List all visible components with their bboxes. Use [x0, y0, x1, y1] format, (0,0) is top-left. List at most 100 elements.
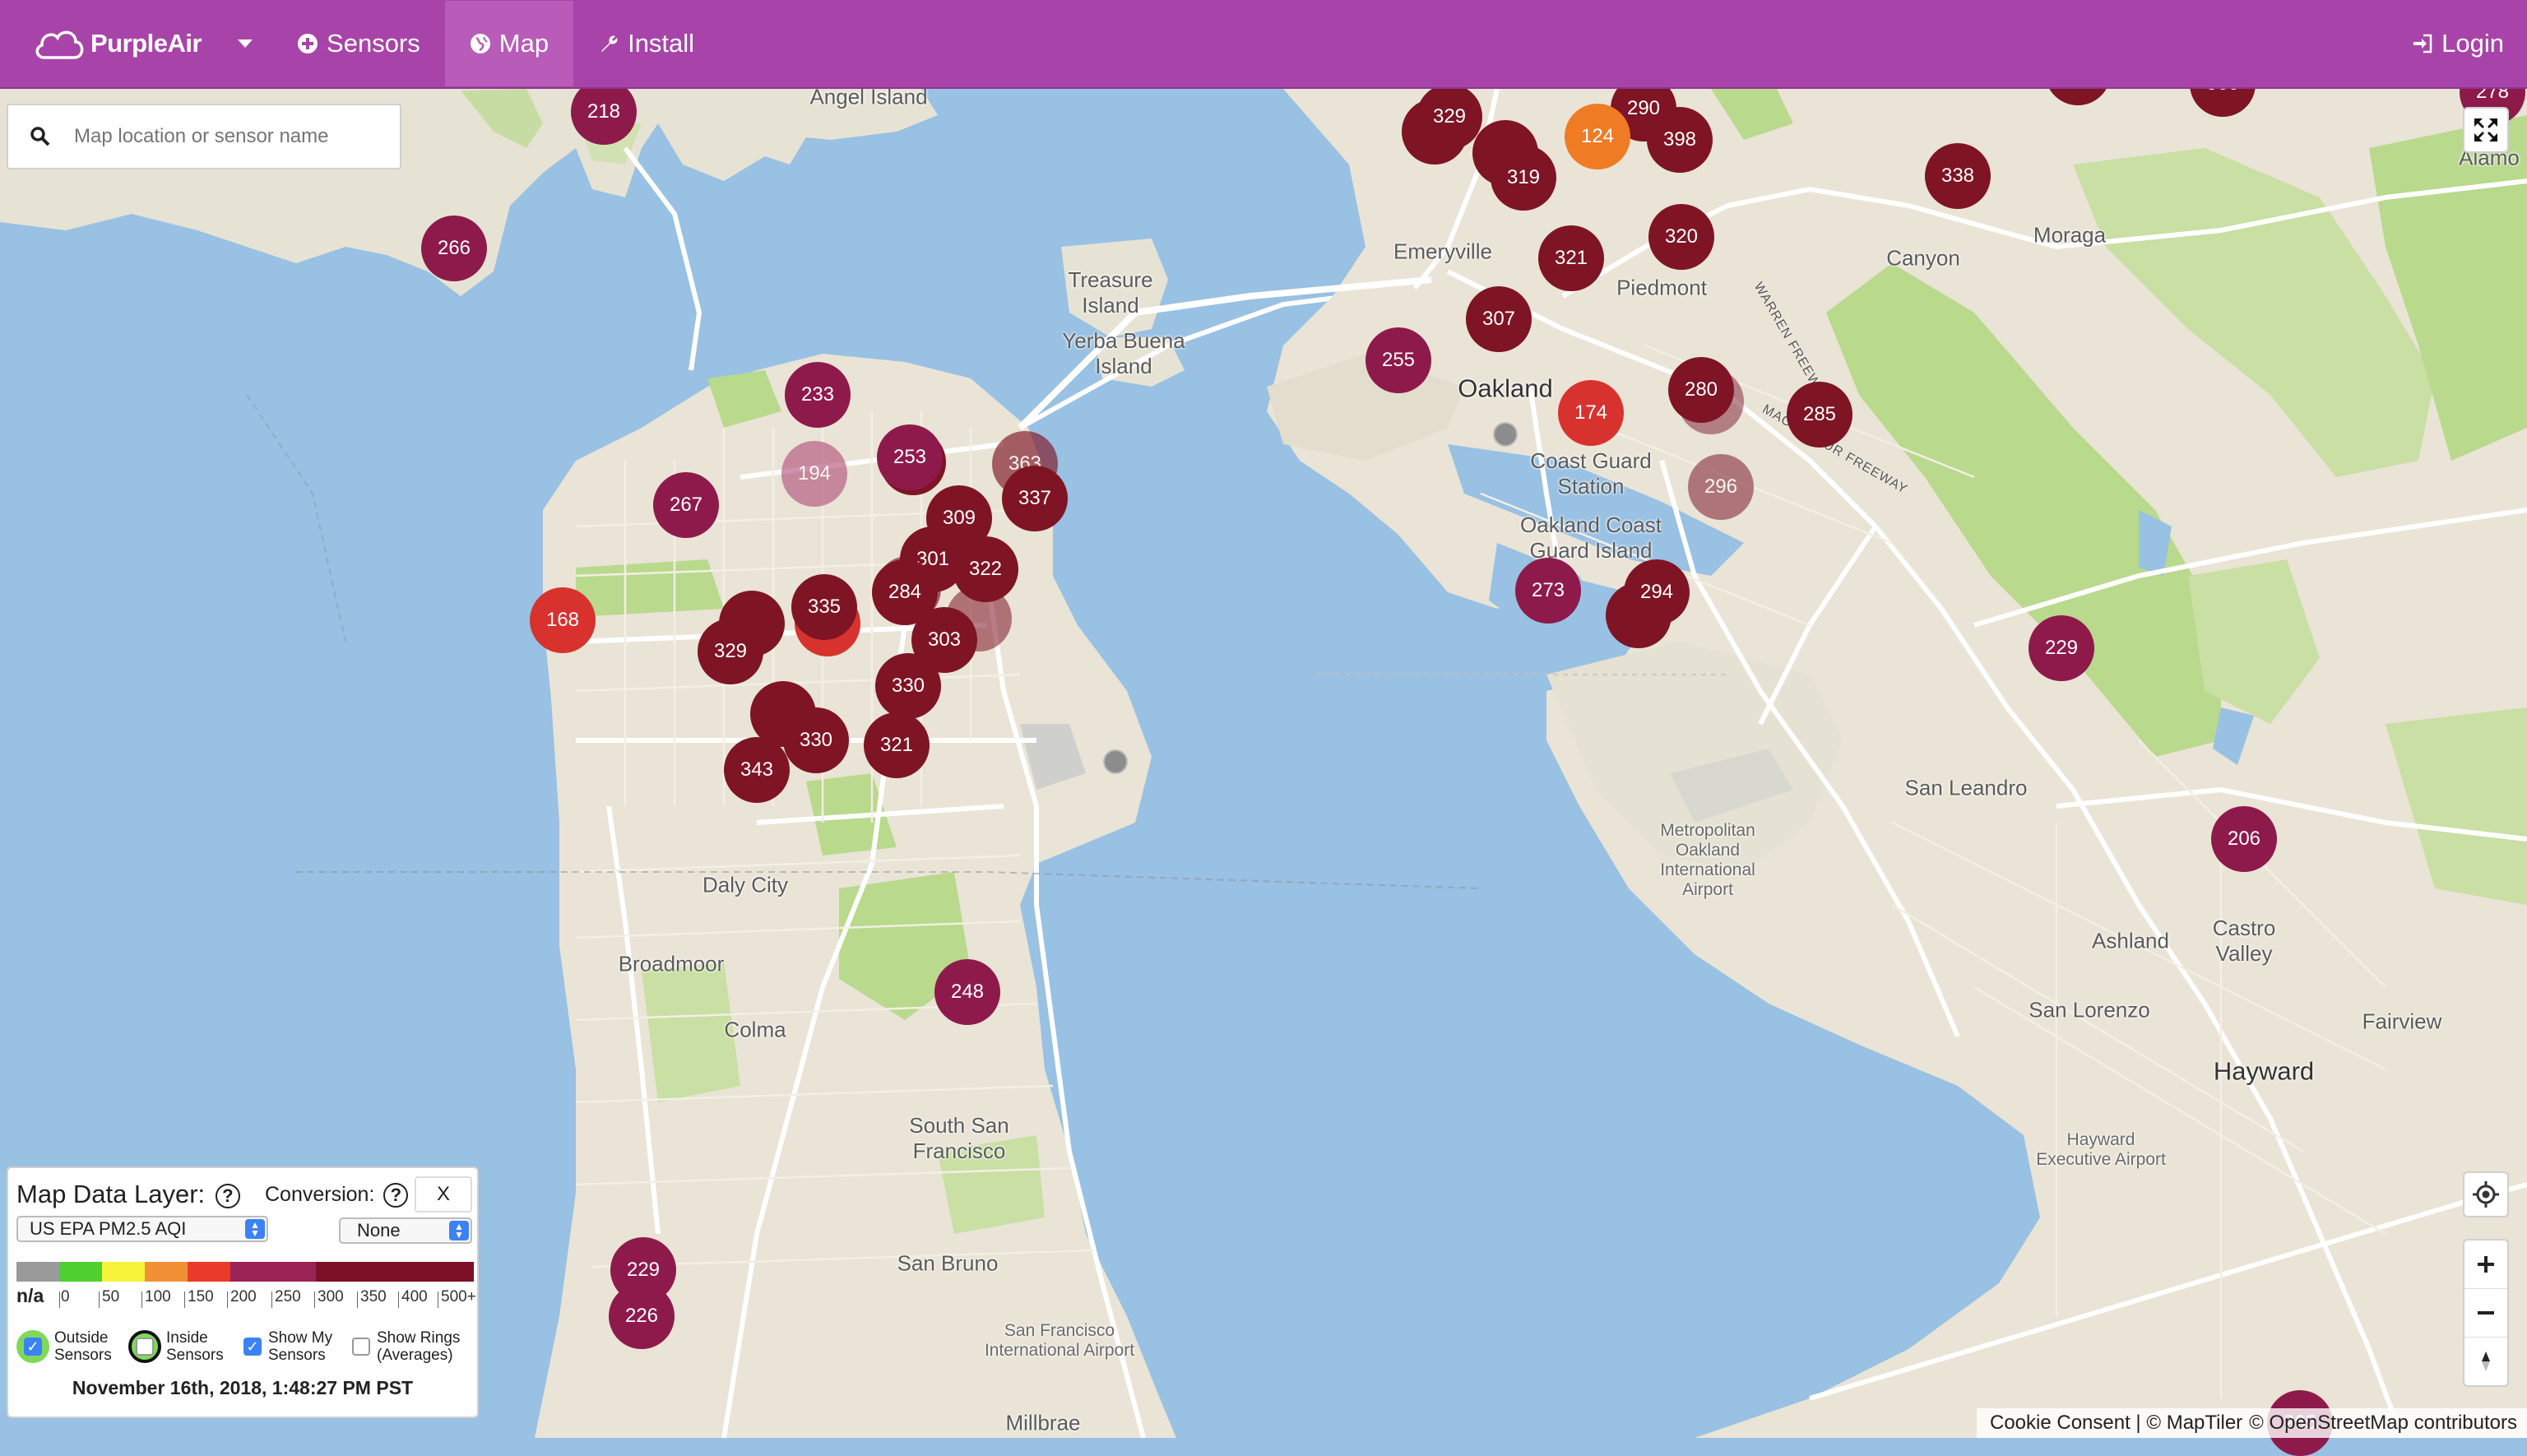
- scale-segment: [188, 1262, 230, 1282]
- scale-tick-separators: [16, 1291, 477, 1308]
- nav-install[interactable]: Install: [573, 1, 719, 86]
- select-arrows-icon: ▲ ▼: [245, 1219, 265, 1239]
- nav-map[interactable]: Map: [444, 1, 574, 86]
- sensor-marker[interactable]: 296: [1688, 454, 1754, 520]
- place-label: Daly City: [702, 872, 789, 897]
- sensor-marker[interactable]: 206: [2211, 806, 2277, 872]
- place-label: Hayward Executive Airport: [2036, 1130, 2166, 1169]
- maptiler-link[interactable]: © MapTiler: [2146, 1412, 2242, 1435]
- sensor-marker[interactable]: 338: [1925, 143, 1991, 209]
- outside-sensors-option[interactable]: ✓ Outside Sensors: [16, 1329, 112, 1364]
- search-icon: [30, 127, 50, 146]
- sensor-marker[interactable]: 330: [875, 653, 941, 719]
- crosshair-icon: [2473, 1181, 2499, 1208]
- sensor-marker[interactable]: 329: [1417, 84, 1482, 150]
- conversion-selected-value: None: [357, 1220, 401, 1240]
- login-link[interactable]: Login: [2412, 1, 2504, 86]
- nav-sensors[interactable]: Sensors: [272, 1, 445, 86]
- outside-sensors-checkbox[interactable]: ✓: [24, 1338, 42, 1356]
- sensor-marker[interactable]: 335: [791, 574, 857, 640]
- sensor-marker[interactable]: 218: [571, 79, 637, 145]
- sensor-marker[interactable]: 168: [530, 587, 596, 653]
- show-my-sensors-checkbox[interactable]: ✓: [243, 1338, 262, 1356]
- sensor-marker[interactable]: 398: [1647, 107, 1713, 173]
- wrench-icon: [601, 35, 618, 52]
- place-label: Emeryville: [1393, 239, 1492, 264]
- osm-link[interactable]: © OpenStreetMap contributors: [2249, 1412, 2517, 1435]
- zoom-out-button[interactable]: [2464, 1289, 2507, 1338]
- scale-segment: [145, 1262, 188, 1282]
- place-label: Treasure Island: [1068, 267, 1153, 318]
- inside-sensors-checkbox[interactable]: [136, 1338, 154, 1356]
- aqi-color-scale: [16, 1262, 474, 1282]
- search-input[interactable]: [72, 124, 388, 149]
- inside-sensors-option[interactable]: Inside Sensors: [128, 1329, 224, 1364]
- data-layer-select[interactable]: US EPA PM2.5 AQI ▲ ▼: [16, 1216, 268, 1242]
- conversion-select[interactable]: None ▲ ▼: [339, 1217, 472, 1244]
- sensor-marker[interactable]: 329: [698, 619, 763, 684]
- sensor-marker[interactable]: 285: [1787, 382, 1852, 447]
- brand-dropdown-caret-icon[interactable]: [238, 39, 253, 48]
- place-label: Oakland: [1458, 373, 1553, 403]
- minus-icon: [2478, 1311, 2494, 1315]
- help-icon[interactable]: ?: [215, 1183, 240, 1208]
- place-label: San Leandro: [1904, 775, 2028, 800]
- sensor-marker[interactable]: 253: [877, 424, 943, 490]
- sensor-marker[interactable]: 267: [653, 472, 719, 538]
- place-label: San Francisco International Airport: [984, 1321, 1135, 1360]
- brand-logo[interactable]: PurpleAir: [33, 0, 202, 88]
- close-legend-button[interactable]: X: [415, 1176, 472, 1213]
- place-label: South San Francisco: [909, 1113, 1009, 1163]
- place-label: Canyon: [1886, 245, 1960, 271]
- top-navbar: PurpleAir Sensors Map Install Login: [0, 0, 2527, 89]
- zoom-in-button[interactable]: [2464, 1240, 2507, 1289]
- sensor-marker[interactable]: 321: [1538, 225, 1604, 291]
- place-label: Piedmont: [1616, 275, 1707, 300]
- sensor-marker-na[interactable]: [1103, 749, 1128, 774]
- sensor-marker[interactable]: 319: [1491, 145, 1556, 211]
- sensor-marker[interactable]: 330: [783, 707, 849, 773]
- sensor-marker[interactable]: 233: [785, 362, 851, 428]
- scale-segment: [316, 1262, 474, 1282]
- place-label: Castro Valley: [2212, 916, 2276, 966]
- sensor-marker[interactable]: 273: [1515, 558, 1581, 624]
- sensor-marker[interactable]: 280: [1668, 357, 1734, 423]
- cookie-consent-link[interactable]: Cookie Consent: [1990, 1412, 2131, 1435]
- sensor-marker[interactable]: 343: [724, 737, 790, 803]
- help-icon[interactable]: ?: [383, 1183, 409, 1208]
- sensor-marker[interactable]: 194: [781, 441, 847, 507]
- sensor-marker[interactable]: 320: [1648, 204, 1714, 270]
- show-rings-option[interactable]: Show Rings (Averages): [352, 1329, 460, 1364]
- sensor-marker[interactable]: 307: [1466, 286, 1532, 352]
- data-layer-selected-value: US EPA PM2.5 AQI: [30, 1218, 187, 1239]
- scale-segment: [102, 1262, 145, 1282]
- cloud-icon: [35, 30, 84, 59]
- sensor-marker-na[interactable]: [1493, 422, 1518, 447]
- sensor-marker[interactable]: 294: [1624, 559, 1690, 625]
- geolocate-button[interactable]: [2463, 1171, 2509, 1217]
- search-box[interactable]: [7, 104, 401, 169]
- sensor-marker[interactable]: 124: [1565, 104, 1630, 169]
- place-label: Ashland: [2092, 928, 2169, 953]
- sensor-marker[interactable]: 174: [1558, 380, 1624, 446]
- sensor-marker[interactable]: 337: [1002, 466, 1068, 531]
- sensor-marker[interactable]: 229: [2029, 615, 2094, 681]
- show-rings-checkbox[interactable]: [352, 1338, 370, 1356]
- show-my-sensors-option[interactable]: ✓ Show My Sensors: [243, 1329, 332, 1364]
- conversion-label: Conversion:: [265, 1183, 375, 1206]
- sensor-marker[interactable]: 226: [609, 1283, 675, 1349]
- outside-sensors-ring: ✓: [16, 1330, 49, 1363]
- login-label: Login: [2441, 29, 2504, 58]
- plus-circle-icon: [298, 34, 318, 53]
- nav-sensors-label: Sensors: [327, 29, 420, 58]
- sensor-marker[interactable]: 266: [421, 216, 487, 281]
- inside-sensors-label: Inside Sensors: [166, 1329, 224, 1364]
- compass-button[interactable]: [2464, 1338, 2507, 1385]
- sensor-marker[interactable]: 255: [1366, 327, 1431, 393]
- sensor-marker[interactable]: 322: [953, 536, 1018, 602]
- fullscreen-button[interactable]: [2463, 107, 2509, 153]
- sensor-marker[interactable]: 248: [934, 959, 1000, 1025]
- sensor-marker[interactable]: 321: [864, 712, 930, 778]
- place-label: Moraga: [2033, 222, 2107, 248]
- select-arrows-icon: ▲ ▼: [449, 1221, 469, 1240]
